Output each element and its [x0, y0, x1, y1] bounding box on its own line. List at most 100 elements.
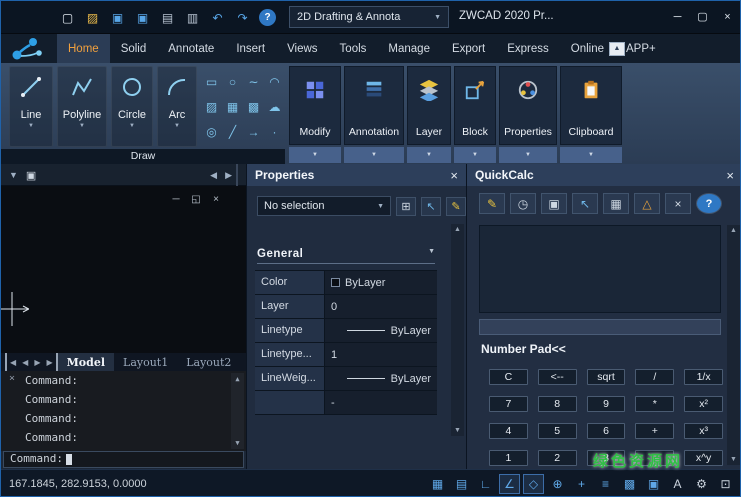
command-history[interactable]: × Command: Command: Command: Command: ▲ … [1, 371, 246, 451]
modify-panel-strip[interactable]: ▼ [289, 147, 341, 163]
key-clear[interactable]: C [489, 369, 528, 385]
scroll-up-icon[interactable]: ▲ [730, 225, 737, 236]
annotation-panel-strip[interactable]: ▼ [344, 147, 404, 163]
doc-close-button[interactable]: × [209, 194, 223, 205]
gear-icon[interactable]: ⚙ [691, 474, 712, 494]
layer-panel-strip[interactable]: ▼ [407, 147, 451, 163]
save-as-icon[interactable]: ▣ [134, 9, 151, 26]
toggle-pickadd-icon[interactable]: ✎ [446, 197, 466, 216]
tab-express[interactable]: Express [496, 34, 560, 63]
lineweight-icon[interactable]: ≡ [595, 474, 616, 494]
new-icon[interactable]: ▢ [59, 9, 76, 26]
snap-icon[interactable]: ▤ [451, 474, 472, 494]
quickcalc-input[interactable] [479, 319, 721, 335]
tab-annotate[interactable]: Annotate [157, 34, 225, 63]
close-button[interactable]: × [715, 6, 740, 27]
first-tab-icon[interactable]: ◀ [5, 353, 19, 371]
ellipse-arc-icon[interactable]: ◠ [264, 69, 285, 94]
help-icon[interactable]: ? [259, 9, 276, 26]
selection-dropdown[interactable]: No selection ▼ [257, 196, 391, 216]
tab-solid[interactable]: Solid [110, 34, 158, 63]
key-divide[interactable]: / [635, 369, 674, 385]
fullscreen-icon[interactable]: ⊡ [715, 474, 736, 494]
viewport-menu-icon[interactable]: ▼ [5, 164, 22, 186]
dyn-icon[interactable]: + [571, 474, 592, 494]
key-5[interactable]: 5 [538, 423, 577, 439]
circle-button[interactable]: Circle ▼ [111, 66, 153, 147]
quick-select-icon[interactable]: ⊞ [396, 197, 416, 216]
property-value[interactable]: ByLayer [325, 271, 437, 294]
block-panel-button[interactable]: Block [454, 66, 496, 145]
key-3[interactable]: 3 [587, 450, 626, 466]
key-4[interactable]: 4 [489, 423, 528, 439]
scroll-up-icon[interactable]: ▲ [235, 373, 239, 385]
doc-minimize-button[interactable]: ─ [169, 194, 183, 205]
key-1[interactable]: 1 [489, 450, 528, 466]
command-input[interactable]: Command: [3, 451, 244, 468]
key-8[interactable]: 8 [538, 396, 577, 412]
tab-manage[interactable]: Manage [377, 34, 441, 63]
open-icon[interactable]: ▨ [84, 9, 101, 26]
key-power[interactable]: x^y [684, 450, 723, 466]
tab-export[interactable]: Export [441, 34, 496, 63]
tab-model[interactable]: Model [58, 353, 114, 371]
clear-icon[interactable]: ✎ [479, 193, 505, 214]
quickcalc-scrollbar[interactable]: ▲ ▼ [727, 225, 740, 465]
key-sqrt[interactable]: sqrt [587, 369, 626, 385]
key-2[interactable]: 2 [538, 450, 577, 466]
ribbon-minimize-icon[interactable]: ▲ [609, 42, 625, 56]
transparency-icon[interactable]: ▩ [619, 474, 640, 494]
scroll-right-icon[interactable]: ▶ [221, 164, 236, 186]
key-cube[interactable]: x³ [684, 423, 723, 439]
layout-sheet-icon[interactable]: ▣ [22, 164, 40, 186]
tab-insert[interactable]: Insert [225, 34, 276, 63]
workspace-dropdown[interactable]: 2D Drafting & Annota ▼ [289, 6, 449, 28]
close-icon[interactable]: × [726, 168, 734, 183]
ray-icon[interactable]: → [243, 120, 264, 145]
key-9[interactable]: 9 [587, 396, 626, 412]
number-pad-toggle[interactable]: Number Pad<< [481, 342, 566, 356]
save-icon[interactable]: ▣ [109, 9, 126, 26]
annotation-scale-icon[interactable]: A [667, 474, 688, 494]
scroll-up-icon[interactable]: ▲ [454, 224, 461, 235]
property-value[interactable]: ByLayer [325, 319, 437, 342]
key-multiply[interactable]: * [635, 396, 674, 412]
distance-icon[interactable]: ▦ [603, 193, 629, 214]
general-section-header[interactable]: General ▼ [257, 248, 435, 264]
point-icon[interactable]: · [264, 120, 285, 145]
last-tab-icon[interactable]: ▶ [43, 353, 57, 371]
arc-button[interactable]: Arc ▼ [157, 66, 197, 147]
tab-layout2[interactable]: Layout2 [177, 353, 240, 371]
ellipse-icon[interactable]: ○ [222, 69, 243, 94]
rectangle-icon[interactable]: ▭ [201, 69, 222, 94]
clipboard-panel-strip[interactable]: ▼ [560, 147, 622, 163]
key-backspace[interactable]: <-- [538, 369, 577, 385]
print-icon[interactable]: ▤ [159, 9, 176, 26]
polyline-button[interactable]: Polyline ▼ [57, 66, 107, 147]
model-space-icon[interactable]: ▣ [643, 474, 664, 494]
gradient-icon[interactable]: ▩ [243, 94, 264, 119]
minimize-button[interactable]: ─ [665, 6, 690, 27]
modify-panel-button[interactable]: Modify [289, 66, 341, 145]
plot-icon[interactable]: ▥ [184, 9, 201, 26]
property-value[interactable]: 0 [325, 295, 437, 318]
close-icon[interactable]: × [9, 373, 15, 384]
donut-icon[interactable]: ◎ [201, 120, 222, 145]
polar-icon[interactable]: ∠ [499, 474, 520, 494]
properties-scrollbar[interactable]: ▲ ▼ [451, 224, 464, 436]
close-icon[interactable]: × [450, 168, 458, 183]
tab-layout1[interactable]: Layout1 [114, 353, 177, 371]
block-panel-strip[interactable]: ▼ [454, 147, 496, 163]
revcloud-icon[interactable]: ☁ [264, 94, 285, 119]
history-icon[interactable]: ◷ [510, 193, 536, 214]
angle-icon[interactable]: △ [634, 193, 660, 214]
property-value[interactable]: ByLayer [325, 367, 437, 390]
tab-home[interactable]: Home [57, 34, 110, 63]
properties-panel-strip[interactable]: ▼ [499, 147, 557, 163]
line-button[interactable]: Line ▼ [9, 66, 53, 147]
maximize-button[interactable]: ▢ [690, 6, 715, 27]
doc-restore-button[interactable]: ◱ [189, 194, 203, 205]
get-coordinates-icon[interactable]: ↖ [572, 193, 598, 214]
tab-tools[interactable]: Tools [329, 34, 378, 63]
help-icon[interactable]: ? [696, 193, 722, 214]
